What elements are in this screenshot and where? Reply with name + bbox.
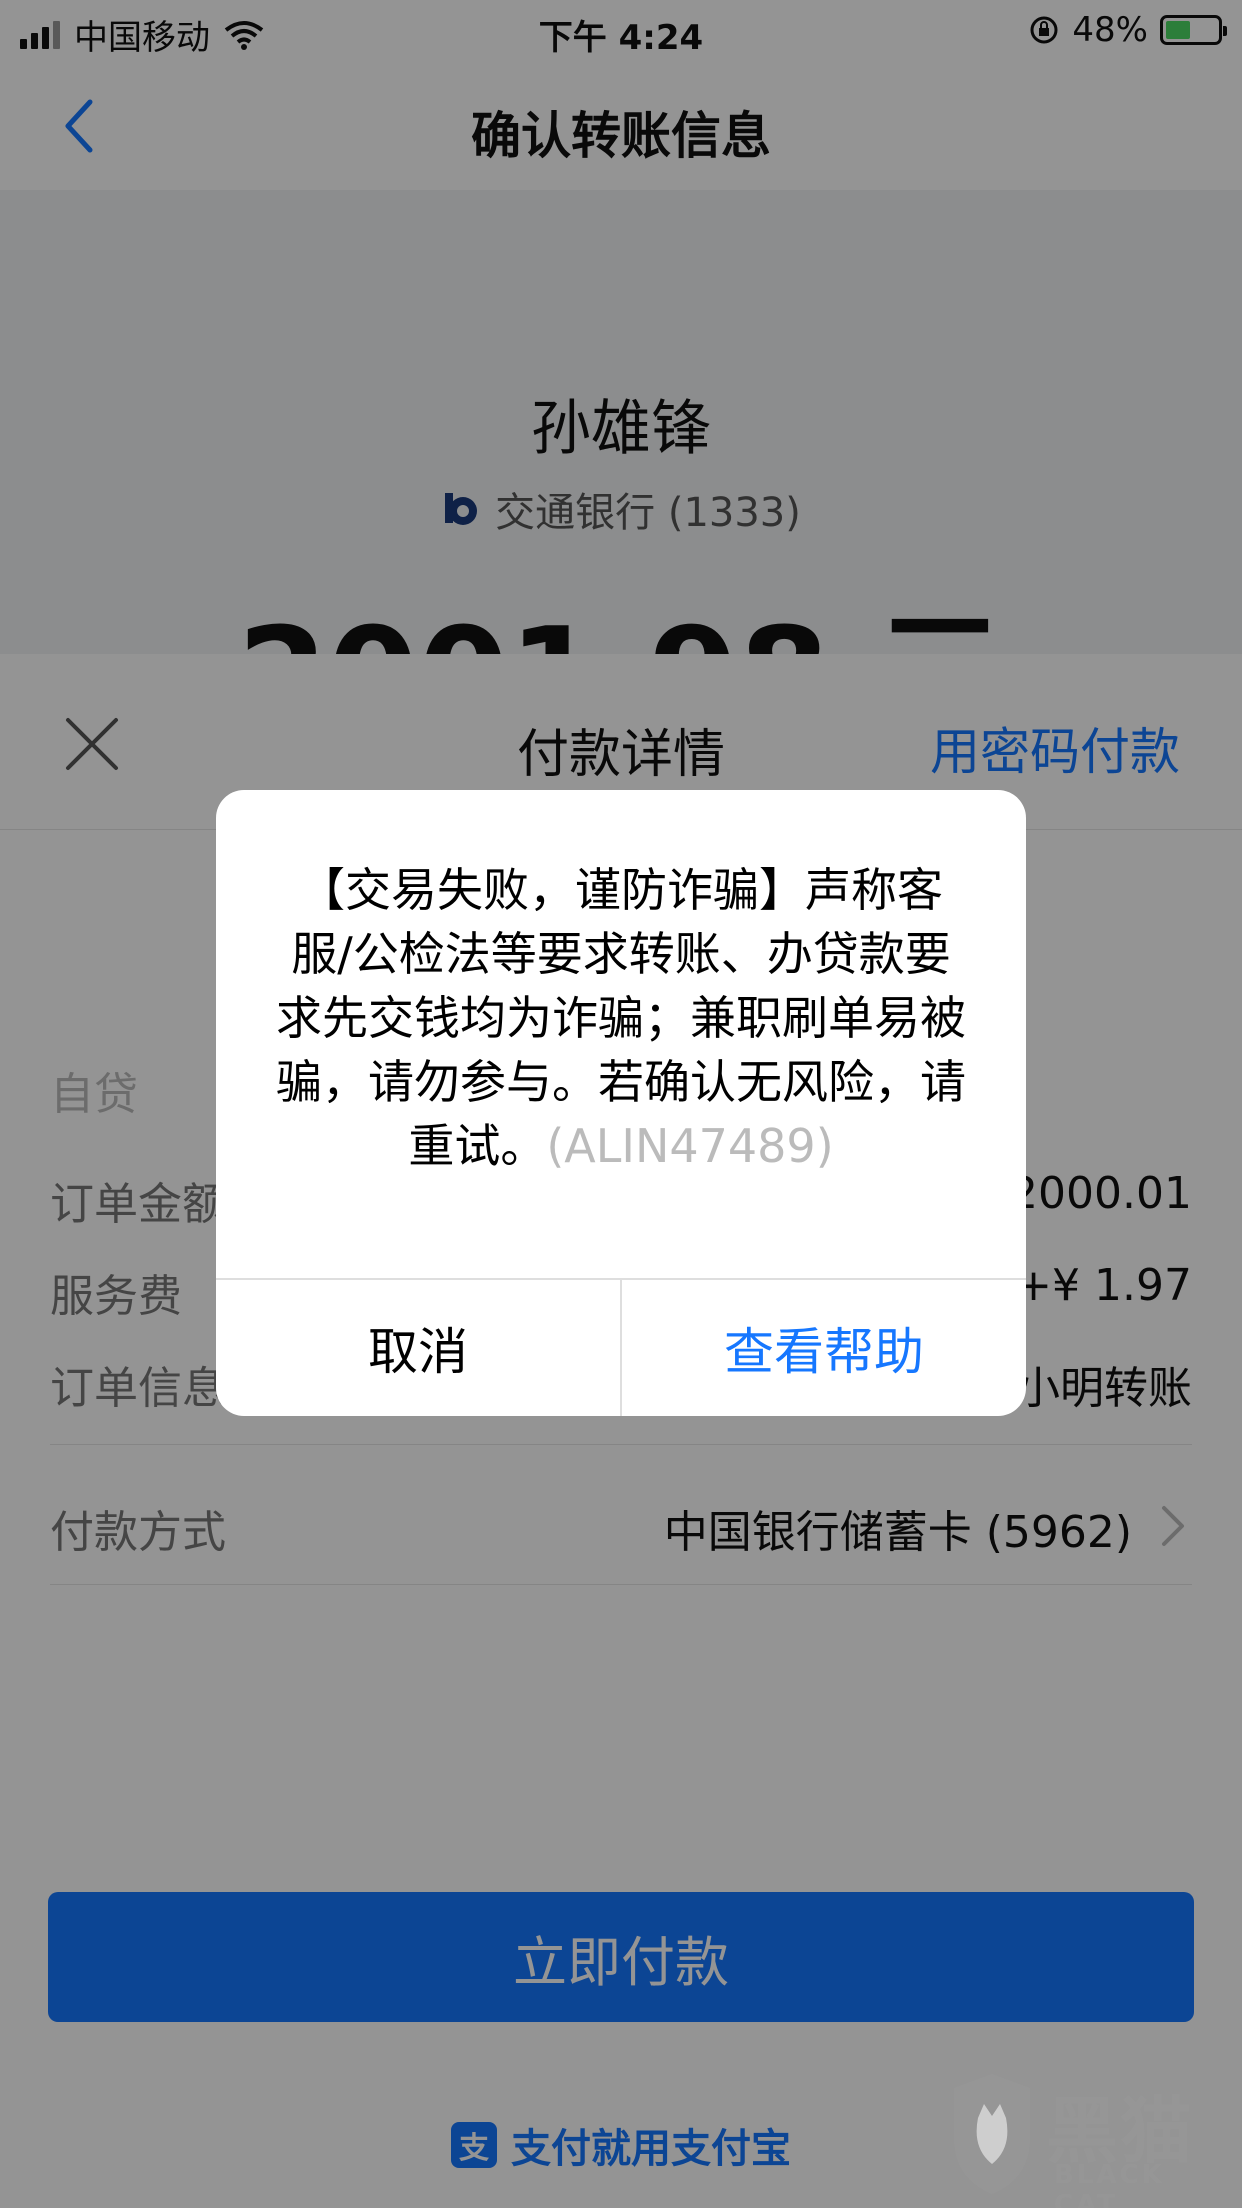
- black-cat-logo-icon: [954, 2074, 1030, 2194]
- watermark-en: BLACK CAT: [1054, 2160, 1165, 2208]
- alert-button-bar: 取消 查看帮助: [216, 1278, 1026, 1416]
- black-cat-watermark: 黑猫 BLACK CAT: [942, 2068, 1232, 2208]
- alert-message: 【交易失败，谨防诈骗】声称客服/公检法等要求转账、办贷款要求先交钱均为诈骗；兼职…: [274, 858, 968, 1178]
- cancel-button[interactable]: 取消: [216, 1280, 622, 1416]
- fraud-warning-alert: 【交易失败，谨防诈骗】声称客服/公检法等要求转账、办贷款要求先交钱均为诈骗；兼职…: [216, 790, 1026, 1416]
- view-help-button[interactable]: 查看帮助: [622, 1280, 1026, 1416]
- alert-error-code: (ALIN47489): [546, 1119, 834, 1173]
